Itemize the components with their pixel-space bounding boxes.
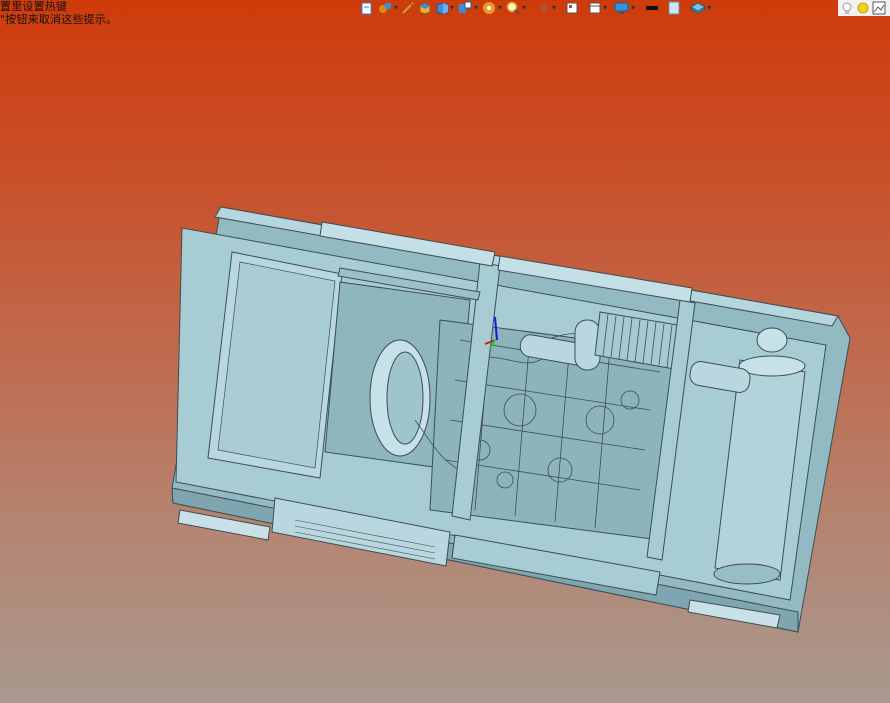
generator-set-model[interactable]: [171, 206, 851, 633]
graphics-area[interactable]: [0, 0, 890, 703]
